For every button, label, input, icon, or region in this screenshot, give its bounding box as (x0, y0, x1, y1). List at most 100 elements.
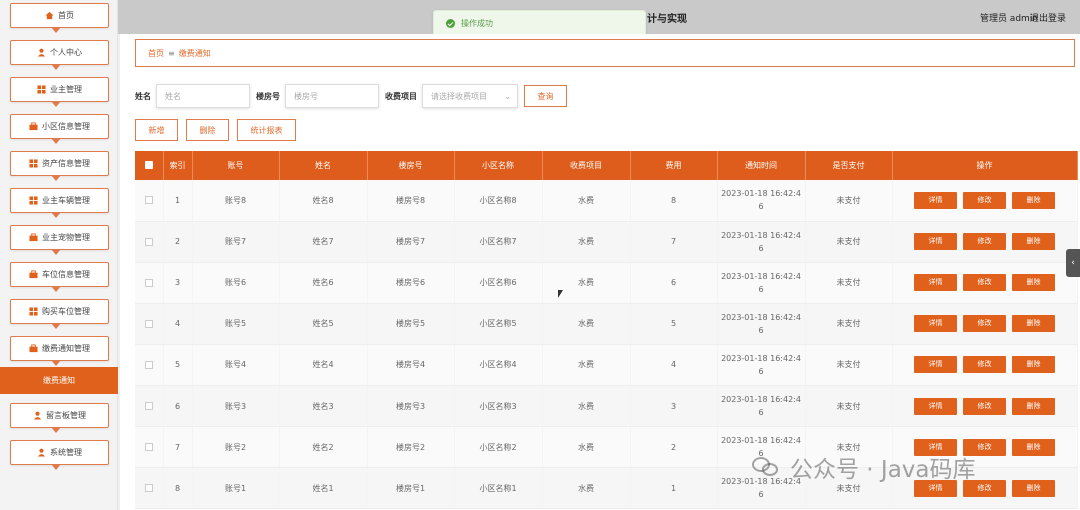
sidebar-item-6[interactable]: 业主车辆管理 (10, 188, 109, 218)
detail-button[interactable]: 详情 (914, 356, 957, 374)
table-header-row: 索引 账号 姓名 楼房号 小区名称 收费项目 费用 通知时间 是否支付 操作 (135, 151, 1078, 180)
cell-operations: 详情 修改 删除 (892, 344, 1078, 386)
notify-time-line1: 2023-01-18 16:42:4 (721, 395, 801, 405)
sidebar-item-11[interactable]: 留言板管理 (10, 403, 109, 433)
select-all-checkbox[interactable] (135, 151, 164, 180)
query-button[interactable]: 查询 (524, 85, 567, 107)
report-button[interactable]: 统计报表 (237, 119, 296, 141)
edit-button[interactable]: 修改 (963, 274, 1006, 292)
column-header: 楼房号 (367, 151, 455, 180)
cell-operations: 详情 修改 删除 (892, 221, 1078, 263)
sidebar-item-label: 业主管理 (50, 85, 82, 94)
row-checkbox[interactable] (135, 180, 164, 222)
detail-button[interactable]: 详情 (914, 274, 957, 292)
fee-item-select[interactable]: 请选择收费项目 ⌄ (422, 84, 518, 108)
edit-button[interactable]: 修改 (963, 356, 1006, 374)
table-row: 4 账号5 姓名5 楼房号5 小区名称5 水费 5 2023-01-18 16:42:4 6 未支… (135, 303, 1078, 345)
logout-link[interactable]: 退出登录 (1030, 11, 1066, 24)
sidebar-item-label: 小区信息管理 (42, 122, 90, 131)
sidebar: 首页个人中心业主管理小区信息管理资产信息管理 业主车辆管理 业主宠物管理 车位信息管理… (0, 0, 118, 510)
notify-time-line1: 2023-01-18 16:42:4 (721, 353, 801, 363)
cell-index: 8 (163, 467, 193, 510)
row-checkbox[interactable] (135, 385, 164, 428)
detail-button[interactable]: 详情 (914, 233, 957, 251)
cell-paid: 未支付 (805, 262, 893, 304)
cell-name: 姓名5 (279, 303, 368, 345)
delete-button[interactable]: 删除 (1012, 191, 1055, 209)
column-header: 操作 (892, 151, 1078, 180)
cell-fee: 2 (630, 426, 718, 469)
sidebar-item-2[interactable]: 个人中心 (10, 40, 109, 70)
name-input[interactable]: 姓名 (156, 84, 250, 108)
detail-button[interactable]: 详情 (914, 315, 957, 333)
search-bar: 姓名 姓名 楼房号 楼房号 收费项目 请选择收费项目 ⌄ 查询 (135, 84, 567, 108)
cell-notify-time: 2023-01-18 16:42:4 6 (717, 221, 806, 263)
collapse-tab-icon[interactable]: ‹ (1066, 249, 1080, 277)
batch-delete-button[interactable]: 删除 (186, 119, 229, 141)
fee-item-placeholder: 请选择收费项目 (431, 91, 487, 101)
row-checkbox[interactable] (135, 303, 164, 345)
sidebar-item-7[interactable]: 业主宠物管理 (10, 225, 109, 255)
cell-room: 楼房号2 (367, 426, 455, 469)
cell-fee: 8 (630, 180, 718, 222)
toast-message: 操作成功 (461, 19, 493, 28)
column-header: 通知时间 (717, 151, 806, 180)
cell-item: 水费 (542, 344, 631, 386)
cell-notify-time: 2023-01-18 16:42:4 6 (717, 385, 806, 428)
column-header: 收费项目 (542, 151, 631, 180)
cell-operations: 详情 修改 删除 (892, 385, 1078, 428)
delete-button[interactable]: 删除 (1012, 315, 1055, 333)
detail-button[interactable]: 详情 (914, 397, 957, 415)
name-label: 姓名 (135, 91, 151, 101)
edit-button[interactable]: 修改 (963, 315, 1006, 333)
user-icon (37, 48, 46, 57)
row-checkbox[interactable] (135, 221, 164, 263)
sidebar-item-12[interactable]: 系统管理 (10, 440, 109, 470)
fee-item-label: 收费项目 (385, 91, 417, 101)
edit-button[interactable]: 修改 (963, 233, 1006, 251)
delete-button[interactable]: 删除 (1012, 438, 1055, 456)
cell-account: 账号7 (192, 221, 280, 263)
sidebar-item-8[interactable]: 车位信息管理 (10, 262, 109, 292)
cell-index: 2 (163, 221, 193, 263)
delete-button[interactable]: 删除 (1012, 479, 1055, 497)
sidebar-item-5[interactable]: 资产信息管理 (10, 151, 109, 181)
mouse-cursor (558, 290, 563, 298)
sidebar-item-4[interactable]: 小区信息管理 (10, 114, 109, 144)
notify-time-line1: 2023-01-18 16:42:4 (721, 312, 801, 322)
delete-button[interactable]: 删除 (1012, 356, 1055, 374)
edit-button[interactable]: 修改 (963, 191, 1006, 209)
row-checkbox[interactable] (135, 344, 164, 386)
sidebar-item-10[interactable]: 缴费通知管理 (10, 336, 109, 366)
edit-button[interactable]: 修改 (963, 397, 1006, 415)
sidebar-item-fee-notice[interactable]: 缴费通知 (0, 367, 118, 394)
row-checkbox[interactable] (135, 467, 164, 510)
add-button[interactable]: 新增 (135, 119, 178, 141)
row-checkbox[interactable] (135, 262, 164, 304)
cell-community: 小区名称3 (454, 385, 543, 428)
cell-account: 账号5 (192, 303, 280, 345)
cell-item: 水费 (542, 385, 631, 428)
delete-button[interactable]: 删除 (1012, 397, 1055, 415)
grid-icon (29, 196, 38, 205)
column-header: 账号 (192, 151, 280, 180)
cell-room: 楼房号3 (367, 385, 455, 428)
sidebar-item-label: 首页 (58, 11, 74, 20)
sidebar-item-3[interactable]: 业主管理 (10, 77, 109, 107)
grid-icon (29, 159, 38, 168)
breadcrumb-home[interactable]: 首页 (148, 48, 164, 59)
cell-community: 小区名称5 (454, 303, 543, 345)
sidebar-item-label: 购买车位管理 (42, 307, 90, 316)
detail-button[interactable]: 详情 (914, 191, 957, 209)
delete-button[interactable]: 删除 (1012, 274, 1055, 292)
cell-name: 姓名3 (279, 385, 368, 428)
cell-index: 7 (163, 426, 193, 469)
room-label: 楼房号 (256, 91, 280, 101)
sidebar-item-1[interactable]: 首页 (10, 3, 109, 33)
delete-button[interactable]: 删除 (1012, 233, 1055, 251)
briefcase-icon (29, 122, 38, 131)
cell-fee: 1 (630, 467, 718, 510)
room-input[interactable]: 楼房号 (285, 84, 379, 108)
row-checkbox[interactable] (135, 426, 164, 469)
sidebar-item-9[interactable]: 购买车位管理 (10, 299, 109, 329)
